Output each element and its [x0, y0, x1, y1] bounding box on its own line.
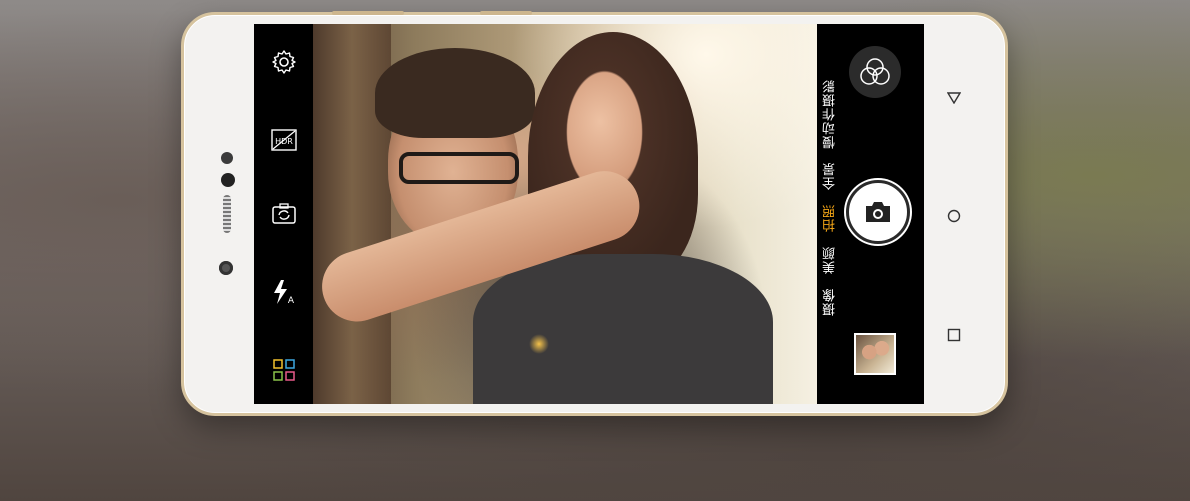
phone-device: HDR A 慢动作摄影 全景 拍照 美颜 摄像 [181, 11, 1008, 416]
settings-gear-icon[interactable] [266, 44, 302, 80]
power-button [480, 11, 532, 15]
camera-left-toolbar: HDR A [254, 24, 313, 404]
proximity-sensor [219, 261, 233, 275]
camera-screen: HDR A 慢动作摄影 全景 拍照 美颜 摄像 [254, 24, 924, 404]
front-camera [221, 173, 235, 187]
mode-video[interactable]: 摄像 [821, 288, 841, 316]
camera-viewfinder[interactable] [313, 24, 817, 404]
camera-right-controls: 慢动作摄影 全景 拍照 美颜 摄像 [817, 24, 924, 404]
hdr-off-icon[interactable]: HDR [266, 122, 302, 158]
lens-flare [529, 334, 549, 354]
recents-square-icon[interactable] [945, 326, 963, 344]
earpiece-speaker [223, 195, 231, 233]
gallery-thumbnail[interactable] [854, 333, 896, 375]
mode-slow-motion[interactable]: 慢动作摄影 [821, 79, 841, 149]
front-sensor [221, 152, 233, 164]
home-circle-icon[interactable] [945, 207, 963, 225]
filters-circles-icon[interactable] [849, 46, 901, 98]
switch-camera-icon[interactable] [266, 196, 302, 232]
camera-icon [866, 202, 890, 222]
subject-man-shirt [473, 254, 773, 404]
mode-beauty[interactable]: 美颜 [821, 246, 841, 274]
subject-man-hair [375, 48, 535, 138]
shutter-button[interactable] [846, 180, 910, 244]
flash-auto-icon[interactable]: A [266, 274, 302, 310]
svg-text:A: A [288, 296, 295, 306]
mode-panorama[interactable]: 全景 [821, 162, 841, 190]
apps-grid-icon[interactable] [266, 352, 302, 388]
volume-button [332, 11, 404, 15]
subject-man-glasses [399, 152, 519, 184]
back-triangle-icon[interactable] [945, 89, 963, 107]
mode-photo[interactable]: 拍照 [821, 204, 841, 232]
